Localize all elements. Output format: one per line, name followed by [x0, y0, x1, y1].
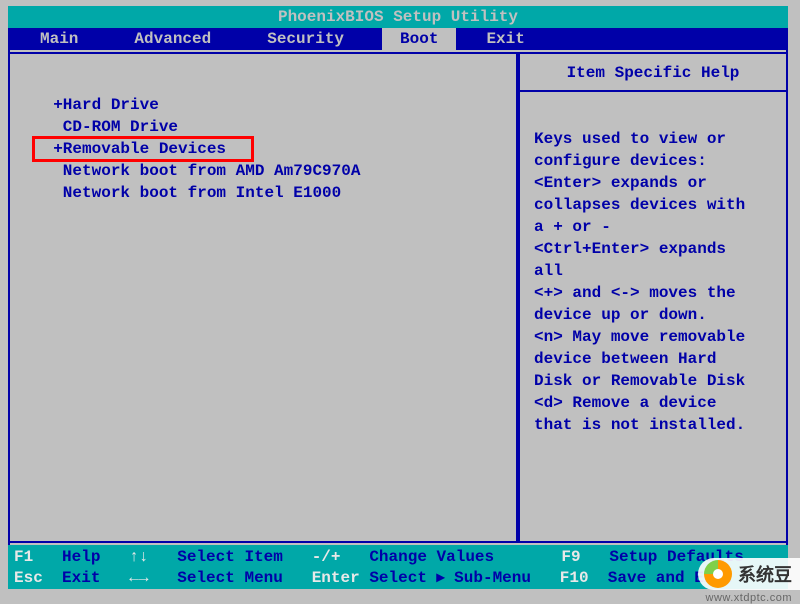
label-select-submenu: Select ▸ Sub-Menu — [369, 568, 531, 589]
label-select-menu: Select Menu — [177, 568, 283, 589]
boot-order-pane: +Hard Drive CD-ROM Drive +Removable Devi… — [10, 52, 518, 543]
label-exit: Exit — [62, 568, 100, 589]
key-esc: Esc — [14, 568, 43, 589]
key-f9: F9 — [561, 547, 580, 568]
label-select-item: Select Item — [177, 547, 283, 568]
tab-exit[interactable]: Exit — [468, 28, 542, 50]
key-updown: ↑↓ — [129, 547, 148, 568]
footer-row-2: Esc Exit ←→ Select Menu Enter Select ▸ S… — [14, 568, 782, 589]
key-enter: Enter — [312, 568, 360, 589]
key-f10: F10 — [560, 568, 589, 589]
help-title: Item Specific Help — [520, 54, 786, 92]
menu-bar: Main Advanced Security Boot Exit — [8, 28, 788, 50]
watermark-icon — [704, 560, 732, 588]
label-change-values: Change Values — [369, 547, 494, 568]
watermark-text: 系统豆 — [738, 561, 792, 587]
tab-main[interactable]: Main — [22, 28, 96, 50]
boot-item-0[interactable]: +Hard Drive — [34, 94, 516, 116]
tab-security[interactable]: Security — [249, 28, 362, 50]
boot-order-list[interactable]: +Hard Drive CD-ROM Drive +Removable Devi… — [34, 94, 516, 204]
footer-row-1: F1 Help ↑↓ Select Item -/+ Change Values… — [14, 547, 782, 568]
tab-boot[interactable]: Boot — [382, 28, 456, 50]
tab-advanced[interactable]: Advanced — [116, 28, 229, 50]
content-area: +Hard Drive CD-ROM Drive +Removable Devi… — [8, 50, 788, 545]
title-bar: PhoenixBIOS Setup Utility — [8, 6, 788, 28]
boot-item-4[interactable]: Network boot from Intel E1000 — [34, 182, 516, 204]
label-help: Help — [62, 547, 100, 568]
boot-item-1[interactable]: CD-ROM Drive — [34, 116, 516, 138]
help-body: Keys used to view or configure devices: … — [520, 92, 786, 446]
watermark: 系统豆 www.xtdptc.com — [698, 558, 800, 590]
key-f1: F1 — [14, 547, 33, 568]
app-title: PhoenixBIOS Setup Utility — [278, 8, 518, 26]
help-pane: Item Specific Help Keys used to view or … — [518, 52, 786, 543]
bios-window: PhoenixBIOS Setup Utility Main Advanced … — [8, 6, 788, 588]
boot-item-3[interactable]: Network boot from AMD Am79C970A — [34, 160, 516, 182]
boot-item-2[interactable]: +Removable Devices — [34, 138, 252, 160]
footer-bar: F1 Help ↑↓ Select Item -/+ Change Values… — [8, 545, 788, 589]
key-leftright: ←→ — [129, 568, 148, 589]
key-plusminus: -/+ — [312, 547, 341, 568]
